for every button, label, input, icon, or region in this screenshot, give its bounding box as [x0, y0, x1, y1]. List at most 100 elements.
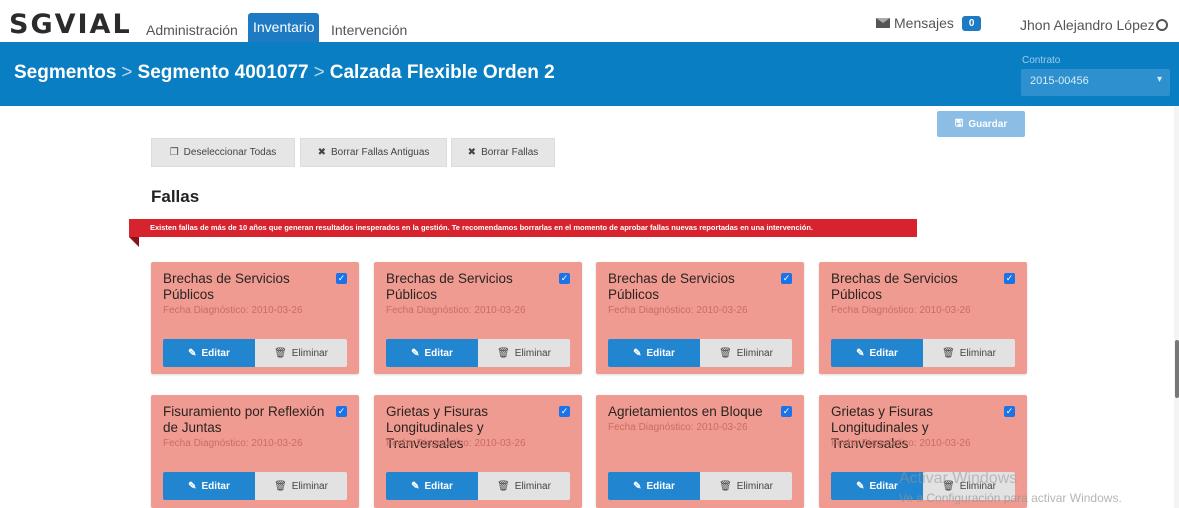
delete-label: Eliminar — [291, 480, 328, 492]
edit-icon: ✎ — [411, 480, 420, 492]
delete-label: Eliminar — [736, 347, 773, 359]
deselect-all-button[interactable]: ❐ Deseleccionar Todas — [151, 138, 295, 167]
top-nav: SGVIAL Administración Inventario Interve… — [0, 0, 1179, 42]
scrollbar-track[interactable] — [1174, 106, 1179, 508]
delete-button[interactable]: 🗑 Eliminar — [700, 339, 792, 367]
floppy-icon: 🖫 — [954, 117, 964, 129]
edit-label: Editar — [646, 347, 675, 359]
chevron-right-icon: > — [313, 62, 325, 83]
delete-faults-button[interactable]: ✖ Borrar Fallas — [451, 138, 555, 167]
contract-select[interactable]: 2015-00456 — [1021, 69, 1170, 96]
messages-link[interactable]: Mensajes 0 — [876, 15, 982, 31]
checkbox-checked-icon[interactable]: ✓ — [336, 406, 347, 417]
delete-button[interactable]: 🗑 Eliminar — [478, 339, 570, 367]
edit-button[interactable]: ✎ Editar — [163, 339, 255, 367]
deselect-all-label: Deseleccionar Todas — [183, 147, 277, 158]
save-button[interactable]: 🖫 Guardar — [937, 111, 1025, 137]
edit-label: Editar — [201, 480, 230, 492]
edit-button[interactable]: ✎ Editar — [608, 339, 700, 367]
delete-button[interactable]: 🗑 Eliminar — [255, 339, 347, 367]
fault-title: Brechas de Servicios Públicos — [163, 271, 290, 302]
fault-title: Brechas de Servicios Públicos — [831, 271, 958, 302]
delete-label: Eliminar — [736, 480, 773, 492]
user-name: Jhon Alejandro López — [1020, 17, 1155, 33]
checkbox-checked-icon[interactable]: ✓ — [1004, 406, 1015, 417]
fault-card: Grietas y Fisuras Longitudinales y Tranv… — [374, 395, 582, 508]
trash-icon: 🗑 — [497, 480, 510, 492]
fault-date: Fecha Diagnóstico: 2010-03-26 — [386, 305, 526, 316]
scrollbar-thumb[interactable] — [1175, 340, 1179, 398]
nav-inventario[interactable]: Inventario — [248, 13, 320, 42]
fault-title: Brechas de Servicios Públicos — [608, 271, 735, 302]
breadcrumb-segmentos[interactable]: Segmentos — [14, 62, 116, 83]
delete-button[interactable]: 🗑 Eliminar — [923, 339, 1015, 367]
messages-count-badge: 0 — [961, 15, 982, 31]
edit-icon: ✎ — [188, 480, 197, 492]
delete-button[interactable]: 🗑 Eliminar — [478, 472, 570, 500]
checkbox-checked-icon[interactable]: ✓ — [336, 273, 347, 284]
fault-date: Fecha Diagnóstico: 2010-03-26 — [608, 305, 748, 316]
delete-label: Eliminar — [291, 347, 328, 359]
trash-icon: 🗑 — [274, 480, 287, 492]
alert-ribbon-fold — [129, 237, 139, 247]
fault-date: Fecha Diagnóstico: 2010-03-26 — [386, 438, 526, 449]
trash-icon: 🗑 — [497, 347, 510, 359]
delete-old-faults-label: Borrar Fallas Antiguas — [331, 147, 430, 158]
edit-icon: ✎ — [411, 347, 420, 359]
edit-icon: ✎ — [188, 347, 197, 359]
chevron-right-icon: > — [121, 62, 133, 83]
page-header: Segmentos > Segmento 4001077 > Calzada Flexi… — [0, 42, 1179, 106]
edit-icon: ✎ — [856, 480, 865, 492]
fault-title: Brechas de Servicios Públicos — [386, 271, 513, 302]
edit-label: Editar — [869, 480, 898, 492]
fault-date: Fecha Diagnóstico: 2010-03-26 — [831, 305, 971, 316]
edit-button[interactable]: ✎ Editar — [386, 339, 478, 367]
fault-card: Fisuramiento por Reflexión de Juntas ✓ F… — [151, 395, 359, 508]
section-title: Fallas — [151, 187, 200, 206]
trash-icon: 🗑 — [942, 347, 955, 359]
edit-icon: ✎ — [633, 480, 642, 492]
edit-label: Editar — [424, 347, 453, 359]
fault-card: Brechas de Servicios Públicos ✓ Fecha Di… — [151, 262, 359, 374]
fault-date: Fecha Diagnóstico: 2010-03-26 — [163, 438, 303, 449]
checkbox-checked-icon[interactable]: ✓ — [559, 273, 570, 284]
delete-button[interactable]: 🗑 Eliminar — [255, 472, 347, 500]
app-logo[interactable]: SGVIAL — [9, 10, 132, 40]
edit-label: Editar — [424, 480, 453, 492]
nav-intervencion[interactable]: Intervención — [331, 18, 407, 42]
trash-icon: 🗑 — [719, 347, 732, 359]
trash-icon: 🗑 — [719, 480, 732, 492]
fault-card: Brechas de Servicios Públicos ✓ Fecha Di… — [819, 262, 1027, 374]
copy-icon: ❐ — [169, 147, 179, 158]
checkbox-checked-icon[interactable]: ✓ — [781, 273, 792, 284]
fault-card: Agrietamientos en Bloque ✓ Fecha Diagnós… — [596, 395, 804, 508]
fault-date: Fecha Diagnóstico: 2010-03-26 — [831, 438, 971, 449]
edit-button[interactable]: ✎ Editar — [163, 472, 255, 500]
edit-label: Editar — [201, 347, 230, 359]
fault-title: Fisuramiento por Reflexión de Juntas — [163, 404, 325, 435]
checkbox-checked-icon[interactable]: ✓ — [1004, 273, 1015, 284]
delete-old-faults-button[interactable]: ✖ Borrar Fallas Antiguas — [300, 138, 447, 167]
breadcrumb-current: Calzada Flexible Orden 2 — [329, 62, 555, 83]
fault-date: Fecha Diagnóstico: 2010-03-26 — [608, 422, 748, 433]
delete-faults-label: Borrar Fallas — [481, 147, 539, 158]
edit-label: Editar — [646, 480, 675, 492]
edit-button[interactable]: ✎ Editar — [386, 472, 478, 500]
fault-date: Fecha Diagnóstico: 2010-03-26 — [163, 305, 303, 316]
save-label: Guardar — [968, 118, 1008, 130]
nav-administracion[interactable]: Administración — [146, 18, 238, 42]
breadcrumb-segmento[interactable]: Segmento 4001077 — [138, 62, 309, 83]
edit-label: Editar — [869, 347, 898, 359]
activation-watermark-subtitle: Ve a Configuración para activar Windows. — [899, 491, 1122, 505]
checkbox-checked-icon[interactable]: ✓ — [781, 406, 792, 417]
checkbox-checked-icon[interactable]: ✓ — [559, 406, 570, 417]
edit-icon: ✎ — [633, 347, 642, 359]
edit-button[interactable]: ✎ Editar — [831, 339, 923, 367]
messages-label: Mensajes — [894, 15, 954, 31]
fault-card: Brechas de Servicios Públicos ✓ Fecha Di… — [374, 262, 582, 374]
trash-icon: 🗑 — [274, 347, 287, 359]
edit-button[interactable]: ✎ Editar — [608, 472, 700, 500]
user-menu[interactable]: Jhon Alejandro López — [1020, 17, 1168, 33]
delete-label: Eliminar — [959, 347, 996, 359]
delete-button[interactable]: 🗑 Eliminar — [700, 472, 792, 500]
